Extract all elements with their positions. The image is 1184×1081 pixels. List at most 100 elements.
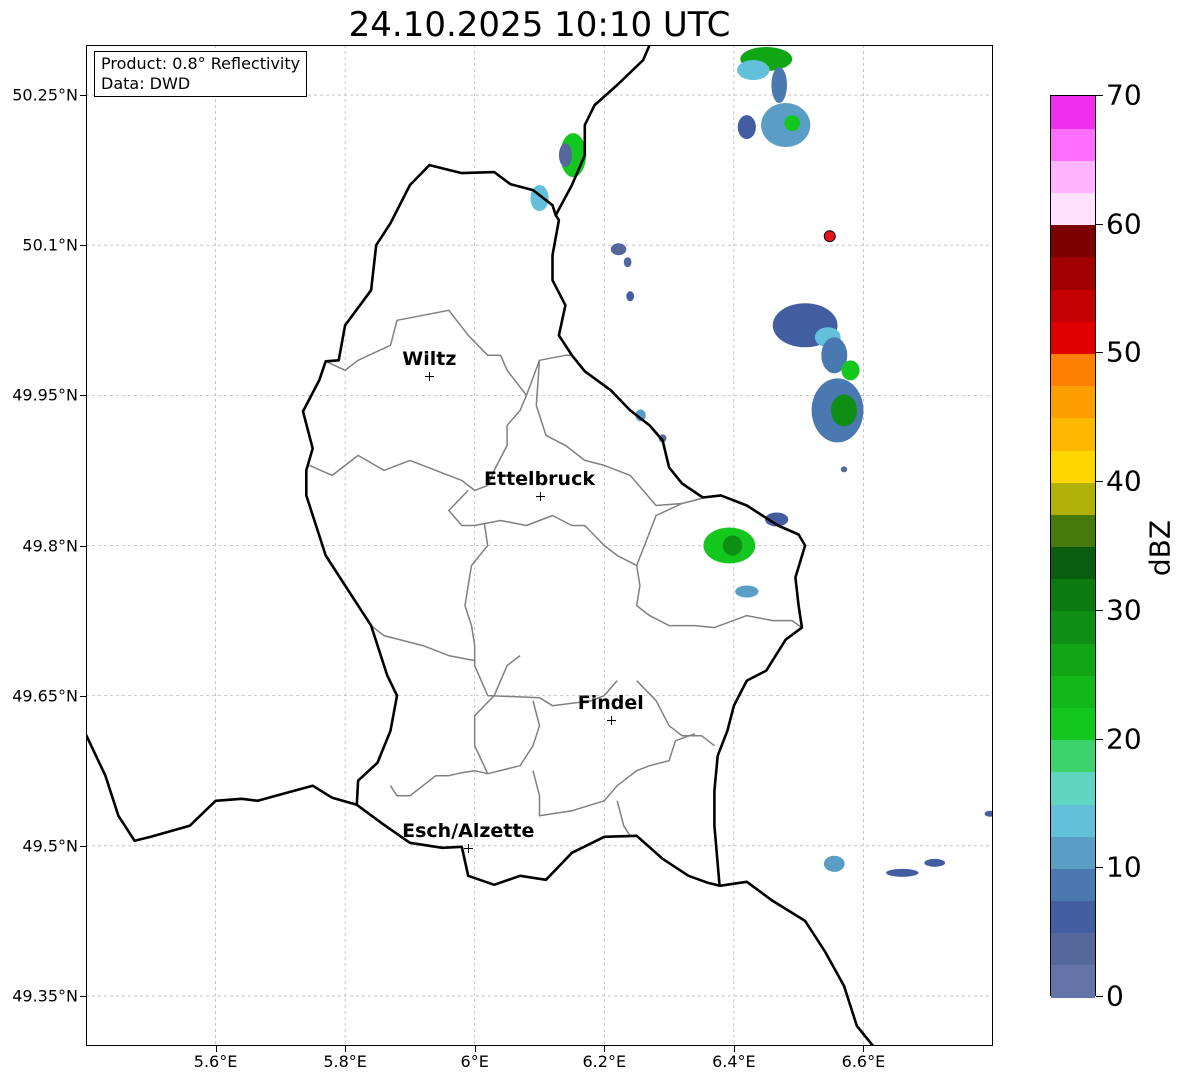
radar-echo [610,243,627,256]
radar-echo [771,67,787,104]
luxembourg-border [301,163,807,886]
radar-echo [886,868,919,877]
colorbar-tick-mark [1096,481,1103,483]
city-marker [464,843,474,853]
colorbar-segment [1051,321,1095,355]
city-marker [535,492,545,502]
radar-echo [626,291,635,302]
city-label: Ettelbruck [484,468,595,491]
colorbar-segment [1051,964,1095,998]
colorbar-tick-mark [1096,352,1103,354]
radar-echo [737,60,770,81]
canton-boundary [532,732,696,817]
colorbar-tick-label: 70 [1106,78,1142,112]
canton-boundary [635,565,803,629]
colorbar-tick-label: 50 [1106,335,1142,369]
lat-tick-mark [80,95,86,97]
colorbar-segment [1051,675,1095,708]
colorbar-segment [1051,836,1095,869]
colorbar-label: dBZ [1143,519,1177,577]
lat-tick-label: 49.5°N [22,836,78,856]
colorbar-tick-mark [1096,996,1103,997]
colorbar-segment [1051,128,1095,161]
lat-tick-label: 50.25°N [12,85,78,105]
canton-boundary [370,625,475,662]
radar-echo [984,810,993,817]
colorbar-segment [1051,514,1095,548]
colorbar-tick-mark [1096,223,1103,225]
radar-echo [722,535,743,556]
colorbar-tick-mark [1096,867,1103,869]
canton-boundary [636,680,715,747]
canton-boundary [473,655,521,775]
city-label: Findel [577,691,644,714]
lat-tick-mark [80,545,86,547]
colorbar [1050,95,1096,998]
lon-tick-label: 6.6°E [841,1052,886,1071]
germany-belgium-border [554,45,651,216]
radar-echo [924,858,946,867]
city-marker [425,372,435,382]
colorbar-segment [1051,932,1095,966]
map-title: 24.10.2025 10:10 UTC [348,5,731,45]
canton-boundary [389,700,541,797]
lat-tick-mark [80,845,86,847]
radar-echo [840,466,848,473]
lon-tick-label: 5.6°E [193,1052,238,1071]
info-box: Product: 0.8° Reflectivity Data: DWD [94,51,308,97]
colorbar-tick-mark [1096,609,1103,611]
lat-tick-mark [80,245,86,247]
colorbar-segment [1051,449,1095,483]
radar-echo [831,394,857,427]
radar-echo [823,855,845,872]
colorbar-tick-label: 10 [1106,850,1142,884]
colorbar-segment [1051,739,1095,773]
lat-tick-label: 49.35°N [12,986,78,1006]
colorbar-segment [1051,546,1095,580]
colorbar-segment [1051,482,1095,515]
lat-tick-label: 49.8°N [22,536,78,555]
lat-tick-label: 49.65°N [12,686,78,706]
lon-tick-label: 5.8°E [323,1052,367,1071]
product-line: Product: 0.8° Reflectivity [101,54,301,73]
colorbar-segment [1051,353,1095,387]
canton-boundary [448,489,702,567]
colorbar-segment [1051,96,1095,129]
colorbar-tick-label: 30 [1106,593,1142,627]
colorbar-segment [1051,643,1095,676]
canton-boundary [464,523,618,707]
lon-tick-label: 6°E [460,1052,489,1071]
radar-map[interactable] [86,45,993,1046]
colorbar-tick-mark [1096,738,1103,740]
radar-echo [841,360,860,381]
city-label: Esch/Alzette [402,819,535,842]
colorbar-segment [1051,900,1095,934]
colorbar-segment [1051,610,1095,644]
colorbar-segment [1051,224,1095,258]
colorbar-segment [1051,256,1095,290]
colorbar-segment [1051,160,1095,194]
radar-echo [737,115,756,140]
colorbar-segment [1051,417,1095,451]
radar-site-marker [823,230,836,243]
radar-echo [623,257,632,268]
lat-tick-mark [80,695,86,697]
lat-tick-label: 50.1°N [22,235,78,255]
radar-echo [558,143,572,168]
lat-tick-mark [80,995,86,997]
city-label: Wiltz [402,348,457,371]
colorbar-segment [1051,578,1095,612]
city-marker [606,715,616,725]
data-source-line: Data: DWD [101,74,191,93]
colorbar-segment [1051,803,1095,837]
colorbar-segment [1051,385,1095,419]
colorbar-tick-label: 0 [1106,979,1124,1013]
radar-echo [735,585,759,598]
map-canvas [86,45,993,1046]
colorbar-segment [1051,868,1095,902]
canton-boundary [616,800,631,837]
colorbar-tick-label: 20 [1106,722,1142,756]
colorbar-segment [1051,192,1095,226]
lon-tick-label: 6.2°E [582,1052,627,1071]
radar-echo [784,115,800,132]
